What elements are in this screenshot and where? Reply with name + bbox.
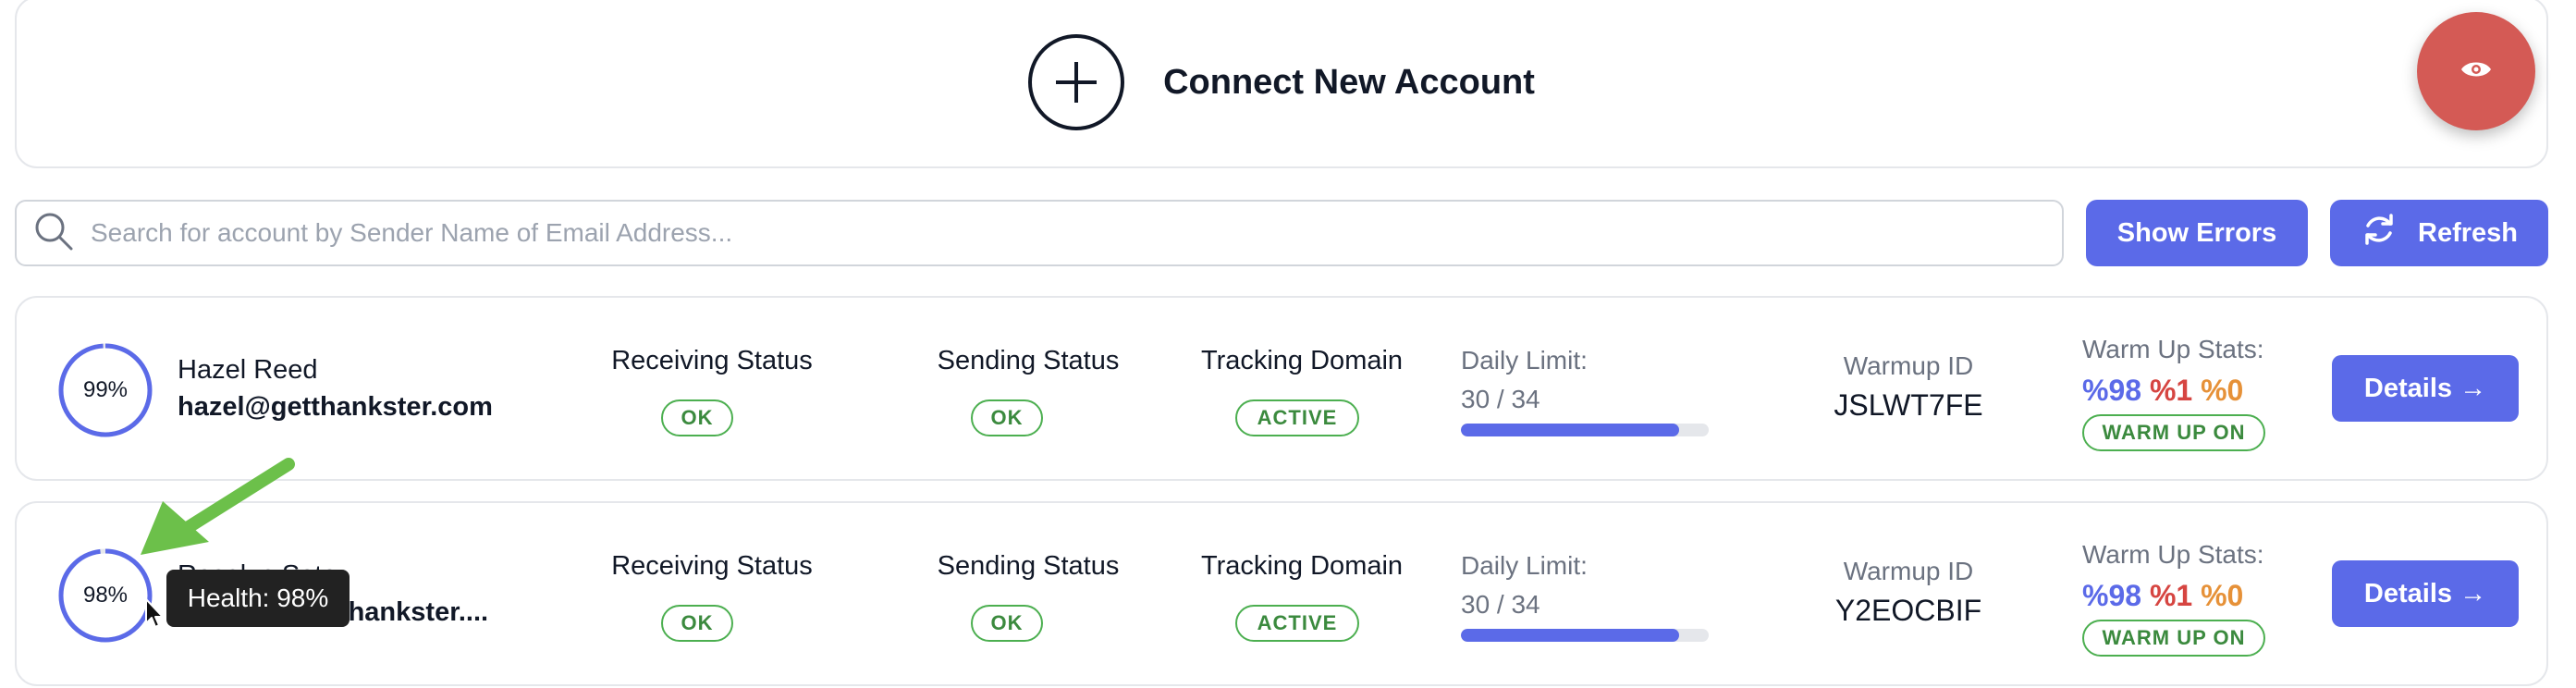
green-arrow-icon bbox=[120, 444, 305, 578]
eye-fab-button[interactable] bbox=[2417, 12, 2535, 130]
receiving-status-title: Receiving Status bbox=[611, 346, 813, 375]
stat-spam: %1 bbox=[2149, 579, 2193, 612]
details-button[interactable]: Details → bbox=[2332, 355, 2519, 422]
connect-new-account-label: Connect New Account bbox=[1163, 62, 1535, 102]
warmup-id-value: Y2EOCBIF bbox=[1834, 594, 1982, 627]
sender-email: hazel@getthankster.com bbox=[178, 392, 493, 422]
account-row: 98% Rosalyn Soto rosalyn@getthankster...… bbox=[15, 501, 2548, 686]
receiving-status-badge: OK bbox=[661, 399, 733, 436]
warmup-id-title: Warmup ID bbox=[1843, 351, 1974, 380]
warmup-on-badge: WARM UP ON bbox=[2082, 620, 2265, 657]
stat-other: %0 bbox=[2201, 579, 2244, 612]
stat-other: %0 bbox=[2201, 374, 2244, 407]
plus-circle-icon bbox=[1028, 34, 1125, 130]
health-tooltip: Health: 98% bbox=[166, 570, 350, 627]
sending-status-badge: OK bbox=[971, 399, 1043, 436]
sending-status-title: Sending Status bbox=[937, 346, 1120, 375]
show-errors-button[interactable]: Show Errors bbox=[2086, 200, 2308, 266]
daily-limit-title: Daily Limit: bbox=[1461, 551, 1588, 580]
search-icon bbox=[33, 211, 74, 256]
receiving-status-badge: OK bbox=[661, 605, 733, 642]
warmup-on-badge: WARM UP ON bbox=[2082, 414, 2265, 451]
tracking-domain-title: Tracking Domain bbox=[1200, 346, 1404, 375]
daily-limit-value: 30 / 34 bbox=[1461, 590, 1540, 619]
daily-limit-bar-fill bbox=[1461, 424, 1680, 436]
warmup-stats-values: %98 %1 %0 bbox=[2082, 579, 2243, 613]
health-ring[interactable]: 99% bbox=[57, 342, 153, 438]
tracking-domain-badge: ACTIVE bbox=[1235, 399, 1359, 436]
search-box[interactable] bbox=[15, 200, 2064, 266]
tracking-domain-badge: ACTIVE bbox=[1235, 605, 1359, 642]
daily-limit-title: Daily Limit: bbox=[1461, 346, 1588, 375]
stat-inbox: %98 bbox=[2082, 374, 2142, 407]
sending-status-title: Sending Status bbox=[937, 551, 1120, 581]
daily-limit-value: 30 / 34 bbox=[1461, 385, 1540, 413]
daily-limit-bar bbox=[1461, 629, 1709, 642]
details-button[interactable]: Details → bbox=[2332, 560, 2519, 627]
sender-name: Hazel Reed bbox=[178, 355, 318, 385]
show-errors-label: Show Errors bbox=[2116, 217, 2277, 248]
warmup-stats-title: Warm Up Stats: bbox=[2082, 335, 2264, 363]
eye-icon bbox=[2460, 59, 2492, 84]
warmup-stats-values: %98 %1 %0 bbox=[2082, 374, 2243, 408]
mouse-cursor-icon bbox=[144, 597, 166, 633]
search-input[interactable] bbox=[91, 202, 2062, 264]
stat-inbox: %98 bbox=[2082, 579, 2142, 612]
refresh-icon bbox=[2361, 211, 2398, 255]
refresh-button[interactable]: Refresh bbox=[2330, 200, 2548, 266]
receiving-status-title: Receiving Status bbox=[611, 551, 813, 581]
connect-new-account-card[interactable]: Connect New Account bbox=[15, 0, 2548, 168]
warmup-stats-title: Warm Up Stats: bbox=[2082, 540, 2264, 569]
daily-limit-bar-fill bbox=[1461, 629, 1680, 642]
warmup-id-value: JSLWT7FE bbox=[1834, 388, 1983, 422]
refresh-label: Refresh bbox=[2418, 217, 2518, 248]
sending-status-badge: OK bbox=[971, 605, 1043, 642]
daily-limit-bar bbox=[1461, 424, 1709, 436]
account-row: 99% Hazel Reed hazel@getthankster.com Re… bbox=[15, 296, 2548, 481]
stat-spam: %1 bbox=[2149, 374, 2193, 407]
warmup-id-title: Warmup ID bbox=[1843, 557, 1974, 585]
health-percent: 99% bbox=[82, 377, 129, 402]
tracking-domain-title: Tracking Domain bbox=[1200, 551, 1404, 581]
